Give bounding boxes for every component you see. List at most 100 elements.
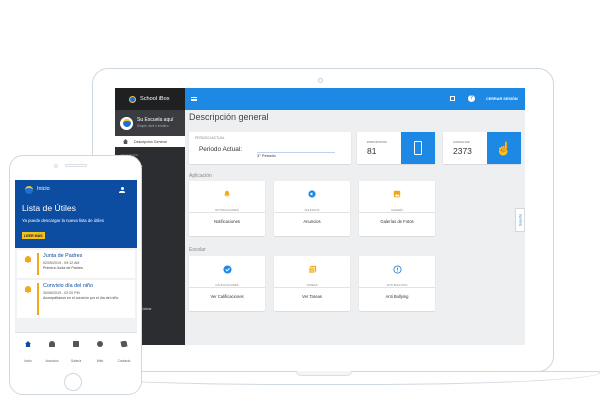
tile-divider [359,212,435,213]
shield-icon [392,264,402,274]
tab-label: Anuncios [45,359,59,363]
phone-camera [54,164,58,168]
sidebar-item-overview[interactable]: Descripción General [115,136,185,147]
laptop-notch [296,371,352,376]
notification-card[interactable]: Junta de Padres 02/05/2019 - 09:12 AM Pr… [17,250,135,278]
bell-icon [49,341,55,347]
tile-divider [189,287,265,288]
laptop-camera [318,78,323,83]
tile-anti-bullying[interactable]: ANTI BULLYING Anti Bullying [359,256,435,311]
menu-icon[interactable] [191,97,197,101]
gallery-icon [73,341,79,347]
app-logo-icon [25,186,33,194]
touch-icon: ☝ [495,140,513,156]
stat-value: 81 [367,146,377,156]
tile-label: Galerías de Fotos [380,219,414,224]
card-date: 02/05/2019 - 09:12 AM [43,261,80,265]
smartphone-icon [414,141,422,155]
phone-icon [120,340,128,348]
tile-notifications[interactable]: NOTIFICACIONES Notificaciones [189,181,265,236]
help-icon[interactable]: ? [468,95,475,102]
tile-divider [274,212,350,213]
brand-name: School iBox [140,96,170,102]
phone-home-button [64,373,82,391]
globe-icon [122,119,131,127]
tasks-icon [307,264,317,274]
tab-home[interactable]: Inicio [16,341,40,366]
stat-label: CONSULTAS [453,140,470,144]
card-date: 30/06/2019 - 02:20 PM [43,291,80,295]
period-card: PERIODO ACTUAL Periodo Actual: 3° Period… [189,132,351,164]
section-heading-app: Aplicación [189,173,212,179]
home-icon [25,341,31,347]
tile-tasks[interactable]: TAREAS Ver Tareas [274,256,350,311]
bell-icon [25,286,31,294]
tab-label: Web [96,359,104,363]
tile-grades[interactable]: CALIFICACIONES Ver Calificaciones [189,256,265,311]
tile-label: Notificaciones [213,219,241,224]
school-avatar [120,116,133,130]
phone-screen: Inicio Lista de Útiles Ya puede descarga… [15,180,137,366]
tab-web[interactable]: Web [88,341,112,366]
tile-label: Anuncios [303,219,321,224]
home-icon [123,139,128,144]
card-text: Acompáñanos en el convivio por el día de… [43,296,119,300]
mobile-title: Inicio [37,186,50,192]
stat-label: DISPOSITIVOS [367,140,387,144]
support-tab-label: Soporte [518,213,522,227]
stat-icon-box: ☝ [487,132,521,164]
sidebar-item-label: Descripción General [134,139,167,144]
tab-gallery[interactable]: Galería [64,341,88,366]
laptop-screen: School iBox Su Escuela aquí Simple, fáci… [115,88,525,345]
logout-button[interactable]: CERRAR SESIÓN [486,95,518,103]
section-heading-school: Escolar [189,247,206,253]
bell-icon [25,256,31,264]
stat-icon-box [401,132,435,164]
card-accent-bar [37,283,39,315]
check-icon [222,264,232,274]
main-content: Descripción general PERIODO ACTUAL Perio… [185,110,525,345]
tile-divider [359,287,435,288]
megaphone-icon [307,189,317,199]
stat-value: 2373 [453,146,472,156]
queries-card: CONSULTAS 2373 ☝ [443,132,521,164]
tile-label: Ver Calificaciones [210,294,244,299]
page-title: Descripción general [189,112,269,122]
globe-icon [97,341,103,347]
tile-label: Anti Bullying [385,294,409,299]
brand-logo-icon [129,95,136,103]
mobile-header: Inicio Lista de Útiles Ya puede descarga… [15,180,137,248]
tile-divider [274,287,350,288]
period-select-value: 3° Periodo [257,153,276,158]
tab-contact[interactable]: Contacto [112,340,136,366]
banner-title: Lista de Útiles [22,203,76,213]
brand[interactable]: School iBox [115,88,185,110]
tab-label: Contacto [117,359,131,363]
tab-announcements[interactable]: Anuncios [40,341,64,366]
user-icon[interactable] [119,187,125,193]
topbar: ? CERRAR SESIÓN [185,88,525,110]
bell-icon [222,189,232,199]
period-card-label: PERIODO ACTUAL [195,136,225,140]
tab-label: Galería [70,359,82,363]
support-tab[interactable]: Soporte [515,208,525,232]
school-tagline: Simple, fácil e intuitivo [137,123,169,128]
tile-label: Ver Tareas [302,294,322,299]
devices-card: DISPOSITIVOS 81 [357,132,435,164]
banner-text: Ya puede descargar la nueva lista de úti… [22,218,104,223]
period-text: Periodo Actual: [199,146,242,153]
gallery-icon [392,189,402,199]
fullscreen-icon[interactable] [450,96,455,101]
card-title: Junta de Padres [43,253,83,259]
notification-card[interactable]: Convivio día del niño 30/06/2019 - 02:20… [17,280,135,318]
tile-gallery[interactable]: GALERÍA Galerías de Fotos [359,181,435,236]
mobile-tab-bar: Inicio Anuncios Galería Web Contacto [15,332,137,366]
tab-label: Inicio [24,359,32,363]
school-profile[interactable]: Su Escuela aquí Simple, fácil e intuitiv… [115,110,185,136]
period-select[interactable]: 3° Periodo [257,144,335,158]
read-more-button[interactable]: LEER MÁS [22,232,45,239]
tile-announcements[interactable]: ANUNCIOS Anuncios [274,181,350,236]
card-text: Primera Junta de Padres [43,266,83,270]
card-accent-bar [37,253,39,275]
card-title: Convivio día del niño [43,283,94,289]
